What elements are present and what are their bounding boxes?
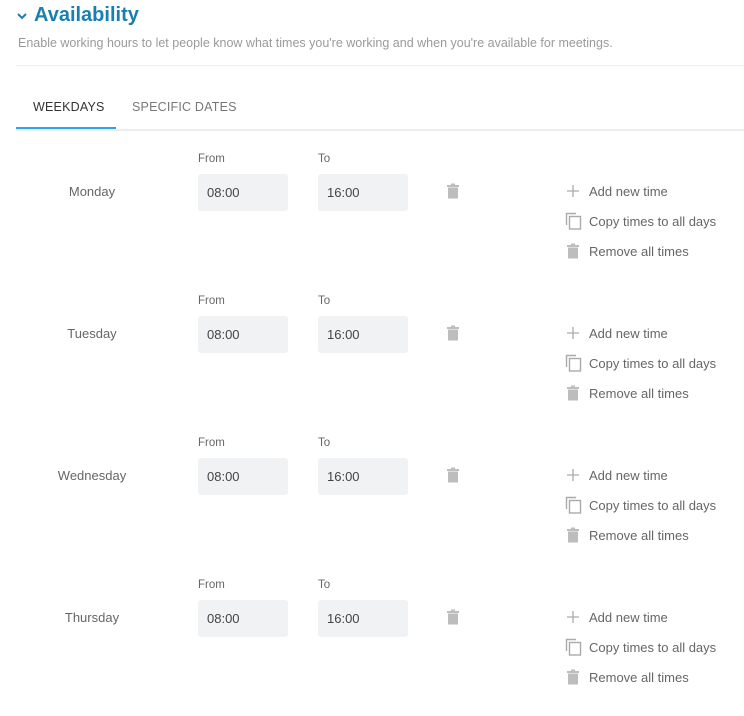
plus-icon [564, 182, 582, 200]
copy-icon [564, 354, 582, 372]
copy-times-label: Copy times to all days [589, 639, 717, 655]
divider [16, 65, 744, 66]
copy-times-button[interactable]: Copy times to all days [564, 496, 716, 514]
trash-icon [564, 242, 582, 260]
remove-all-times-button[interactable]: Remove all times [564, 668, 689, 686]
copy-times-button[interactable]: Copy times to all days [564, 212, 716, 230]
plus-icon [564, 466, 582, 484]
trash-icon [564, 526, 582, 544]
trash-icon[interactable] [446, 183, 460, 199]
from-time-input[interactable] [198, 458, 288, 495]
remove-all-times-label: Remove all times [589, 385, 689, 401]
to-time-input[interactable] [318, 316, 408, 353]
from-time-input[interactable] [198, 316, 288, 353]
remove-all-times-button[interactable]: Remove all times [564, 526, 689, 544]
to-time-input[interactable] [318, 600, 408, 637]
trash-icon [564, 384, 582, 402]
remove-all-times-button[interactable]: Remove all times [564, 242, 689, 260]
copy-icon [564, 212, 582, 230]
to-label: To [318, 437, 331, 449]
day-name: Wednesday [57, 468, 127, 483]
copy-times-label: Copy times to all days [589, 213, 717, 229]
trash-icon[interactable] [446, 325, 460, 341]
remove-all-times-label: Remove all times [589, 669, 689, 685]
add-new-time-label: Add new time [589, 325, 668, 341]
from-time-input[interactable] [198, 600, 288, 637]
copy-times-button[interactable]: Copy times to all days [564, 354, 716, 372]
to-label: To [318, 579, 331, 591]
from-time-input[interactable] [198, 174, 288, 211]
day-name: Thursday [64, 610, 120, 625]
remove-all-times-label: Remove all times [589, 243, 689, 259]
to-time-input[interactable] [318, 458, 408, 495]
add-new-time-label: Add new time [589, 467, 668, 483]
copy-times-label: Copy times to all days [589, 355, 717, 371]
remove-all-times-button[interactable]: Remove all times [564, 384, 689, 402]
from-label: From [198, 295, 225, 307]
from-label: From [198, 579, 225, 591]
day-name: Tuesday [67, 326, 117, 341]
copy-icon [564, 496, 582, 514]
section-title: Availability [34, 4, 139, 26]
add-new-time-label: Add new time [589, 183, 668, 199]
chevron-down-icon[interactable] [16, 10, 28, 22]
active-tab-indicator [16, 127, 116, 129]
to-label: To [318, 153, 331, 165]
tab-specific-dates[interactable]: SPECIFIC DATES [132, 100, 237, 114]
copy-times-label: Copy times to all days [589, 497, 717, 513]
trash-icon [564, 668, 582, 686]
from-label: From [198, 437, 225, 449]
to-time-input[interactable] [318, 174, 408, 211]
copy-times-button[interactable]: Copy times to all days [564, 638, 716, 656]
add-new-time-button[interactable]: Add new time [564, 466, 668, 484]
plus-icon [564, 608, 582, 626]
copy-icon [564, 638, 582, 656]
day-row: Thursday From To Add new time Copy times… [0, 574, 744, 716]
tab-bar: WEEKDAYS SPECIFIC DATES [16, 90, 744, 131]
add-new-time-button[interactable]: Add new time [564, 324, 668, 342]
from-label: From [198, 153, 225, 165]
tab-weekdays[interactable]: WEEKDAYS [33, 100, 105, 114]
day-name: Monday [68, 184, 116, 199]
day-row: Wednesday From To Add new time Copy time… [0, 432, 744, 574]
trash-icon[interactable] [446, 467, 460, 483]
to-label: To [318, 295, 331, 307]
remove-all-times-label: Remove all times [589, 527, 689, 543]
add-new-time-button[interactable]: Add new time [564, 182, 668, 200]
day-row: Monday From To Add new time Copy times t… [0, 148, 744, 290]
add-new-time-button[interactable]: Add new time [564, 608, 668, 626]
day-row: Tuesday From To Add new time Copy times … [0, 290, 744, 432]
trash-icon[interactable] [446, 609, 460, 625]
add-new-time-label: Add new time [589, 609, 668, 625]
section-header[interactable]: Availability [16, 4, 139, 27]
plus-icon [564, 324, 582, 342]
section-description: Enable working hours to let people know … [18, 36, 613, 50]
